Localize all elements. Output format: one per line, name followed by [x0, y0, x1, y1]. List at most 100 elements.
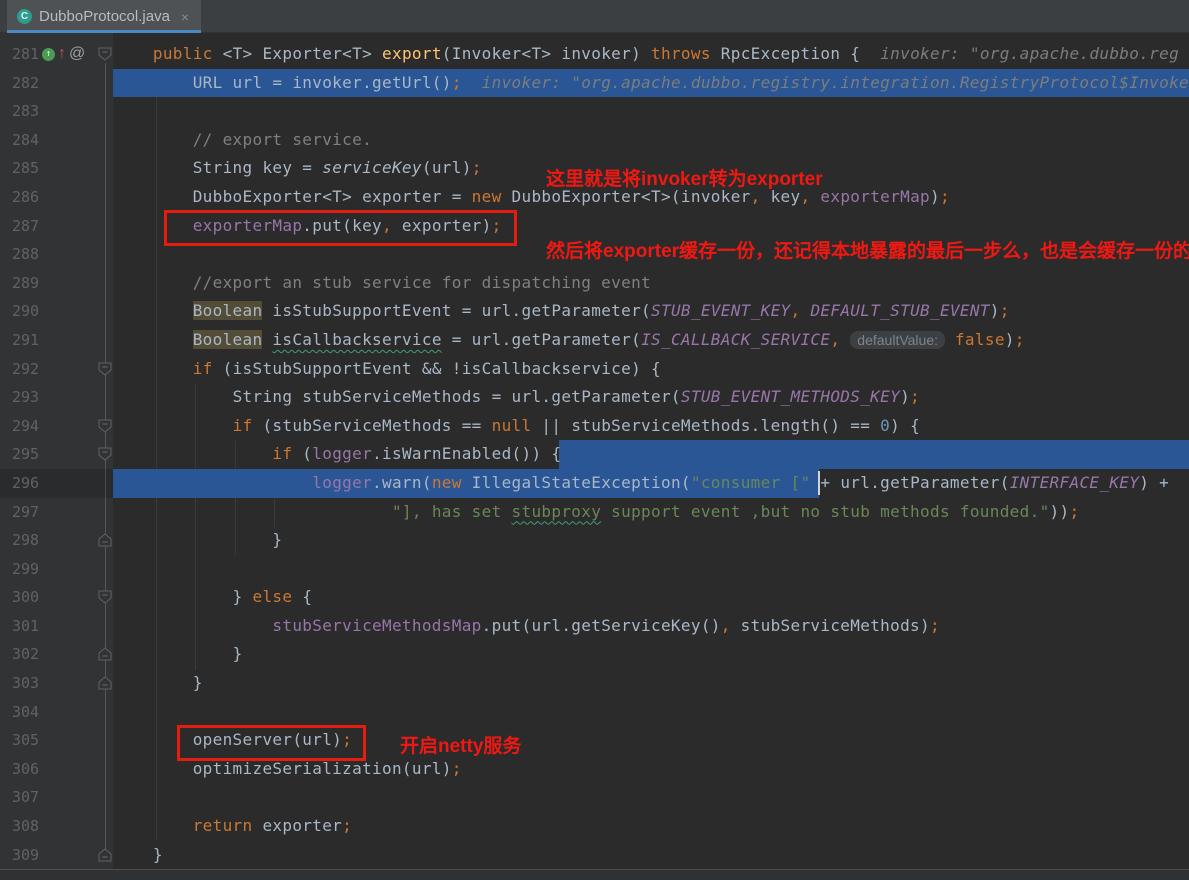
code-line[interactable]: 309 }: [0, 841, 1189, 869]
code-text[interactable]: }: [113, 841, 1189, 869]
gutter-cell[interactable]: 281↑↑@: [0, 40, 113, 69]
red-annotation-text: 这里就是将invoker转为exporter: [546, 164, 823, 191]
code-text[interactable]: } else {: [113, 583, 1189, 612]
gutter-cell[interactable]: 304: [0, 698, 113, 727]
code-text[interactable]: }: [113, 640, 1189, 669]
code-text[interactable]: Boolean isCallbackservice = url.getParam…: [113, 326, 1189, 355]
code-text[interactable]: return exporter;: [113, 812, 1189, 841]
code-line[interactable]: 304: [0, 698, 1189, 727]
line-number: 309: [12, 841, 39, 869]
code-line[interactable]: 294 if (stubServiceMethods == null || st…: [0, 412, 1189, 441]
gutter-cell[interactable]: 307: [0, 783, 113, 812]
code-text[interactable]: if (stubServiceMethods == null || stubSe…: [113, 412, 1189, 441]
line-number: 291: [12, 326, 39, 355]
code-text[interactable]: Boolean isStubSupportEvent = url.getPara…: [113, 297, 1189, 326]
gutter-cell[interactable]: 285: [0, 154, 113, 183]
gutter-cell[interactable]: 308: [0, 812, 113, 841]
gutter-cell[interactable]: 303: [0, 669, 113, 698]
fold-open-icon[interactable]: [98, 362, 112, 381]
gutter-cell[interactable]: 287: [0, 212, 113, 241]
overridden-method-icon[interactable]: ↑: [42, 48, 55, 61]
line-number: 297: [12, 498, 39, 527]
gutter-cell[interactable]: 292: [0, 355, 113, 384]
code-line[interactable]: 307: [0, 783, 1189, 812]
annotation-at-icon[interactable]: @: [69, 45, 85, 63]
code-text[interactable]: [113, 698, 1189, 727]
code-line[interactable]: 296 logger.warn(new IllegalStateExceptio…: [0, 469, 1189, 498]
code-line[interactable]: 281↑↑@ public <T> Exporter<T> export(Inv…: [0, 40, 1189, 69]
fold-open-icon[interactable]: [98, 47, 112, 66]
navigate-up-icon[interactable]: ↑: [58, 46, 66, 62]
gutter-cell[interactable]: 290: [0, 297, 113, 326]
code-line[interactable]: 283: [0, 97, 1189, 126]
code-line[interactable]: 290 Boolean isStubSupportEvent = url.get…: [0, 297, 1189, 326]
gutter-cell[interactable]: 300: [0, 583, 113, 612]
gutter-cell[interactable]: 297: [0, 498, 113, 527]
code-line[interactable]: 284 // export service.: [0, 126, 1189, 155]
code-line[interactable]: 302 }: [0, 640, 1189, 669]
tab-dubboprotocol[interactable]: C DubboProtocol.java ×: [7, 0, 201, 33]
gutter-cell[interactable]: 288: [0, 240, 113, 269]
gutter-cell[interactable]: 305: [0, 726, 113, 755]
code-line[interactable]: 299: [0, 555, 1189, 584]
line-number: 298: [12, 526, 39, 555]
code-line[interactable]: 303 }: [0, 669, 1189, 698]
tab-close-icon[interactable]: ×: [181, 9, 189, 25]
code-line[interactable]: 293 String stubServiceMethods = url.getP…: [0, 383, 1189, 412]
code-text[interactable]: if (logger.isWarnEnabled()) {: [113, 440, 1189, 469]
fold-close-icon[interactable]: [98, 848, 112, 867]
code-line[interactable]: 298 }: [0, 526, 1189, 555]
code-text[interactable]: URL url = invoker.getUrl(); invoker: "or…: [113, 69, 1189, 98]
gutter-cell[interactable]: 298: [0, 526, 113, 555]
code-editor[interactable]: 281↑↑@ public <T> Exporter<T> export(Inv…: [0, 33, 1189, 869]
gutter-cell[interactable]: 284: [0, 126, 113, 155]
code-text[interactable]: [113, 783, 1189, 812]
gutter-cell[interactable]: 289: [0, 269, 113, 298]
code-line[interactable]: 295 if (logger.isWarnEnabled()) {: [0, 440, 1189, 469]
gutter-cell[interactable]: 299: [0, 555, 113, 584]
gutter-cell[interactable]: 306: [0, 755, 113, 784]
code-line[interactable]: 301 stubServiceMethodsMap.put(url.getSer…: [0, 612, 1189, 641]
fold-open-icon[interactable]: [98, 590, 112, 609]
fold-open-icon[interactable]: [98, 419, 112, 438]
fold-close-icon[interactable]: [98, 676, 112, 695]
fold-close-icon[interactable]: [98, 647, 112, 666]
fold-open-icon[interactable]: [98, 447, 112, 466]
code-text[interactable]: }: [113, 669, 1189, 698]
code-line[interactable]: 308 return exporter;: [0, 812, 1189, 841]
code-line[interactable]: 297 "], has set stubproxy support event …: [0, 498, 1189, 527]
gutter-cell[interactable]: 291: [0, 326, 113, 355]
code-text[interactable]: public <T> Exporter<T> export(Invoker<T>…: [113, 40, 1189, 69]
gutter-cell[interactable]: 293: [0, 383, 113, 412]
gutter-cell[interactable]: 295: [0, 440, 113, 469]
code-text[interactable]: if (isStubSupportEvent && !isCallbackser…: [113, 355, 1189, 384]
gutter-cell[interactable]: 283: [0, 97, 113, 126]
token: ,: [830, 330, 840, 349]
code-text[interactable]: //export an stub service for dispatching…: [113, 269, 1189, 298]
gutter-cell[interactable]: 302: [0, 640, 113, 669]
code-text[interactable]: "], has set stubproxy support event ,but…: [113, 498, 1189, 527]
code-text[interactable]: String stubServiceMethods = url.getParam…: [113, 383, 1189, 412]
token: }: [233, 644, 243, 663]
fold-close-icon[interactable]: [98, 533, 112, 552]
code-line[interactable]: 289 //export an stub service for dispatc…: [0, 269, 1189, 298]
gutter-cell[interactable]: 296: [0, 469, 113, 498]
code-text[interactable]: [113, 555, 1189, 584]
code-line[interactable]: 291 Boolean isCallbackservice = url.getP…: [0, 326, 1189, 355]
gutter-cell[interactable]: 282: [0, 69, 113, 98]
gutter-cell[interactable]: 309: [0, 841, 113, 869]
gutter-cell[interactable]: 301: [0, 612, 113, 641]
token: ;: [472, 158, 482, 177]
code-text[interactable]: stubServiceMethodsMap.put(url.getService…: [113, 612, 1189, 641]
gutter-cell[interactable]: 286: [0, 183, 113, 212]
token: stubServiceMethodsMap: [272, 616, 481, 635]
code-line[interactable]: 282 URL url = invoker.getUrl(); invoker:…: [0, 69, 1189, 98]
code-line[interactable]: 292 if (isStubSupportEvent && !isCallbac…: [0, 355, 1189, 384]
code-text[interactable]: logger.warn(new IllegalStateException("c…: [113, 469, 1189, 498]
gutter-cell[interactable]: 294: [0, 412, 113, 441]
code-text[interactable]: [113, 97, 1189, 126]
token: else: [253, 587, 293, 606]
code-line[interactable]: 300 } else {: [0, 583, 1189, 612]
code-text[interactable]: // export service.: [113, 126, 1189, 155]
code-text[interactable]: }: [113, 526, 1189, 555]
